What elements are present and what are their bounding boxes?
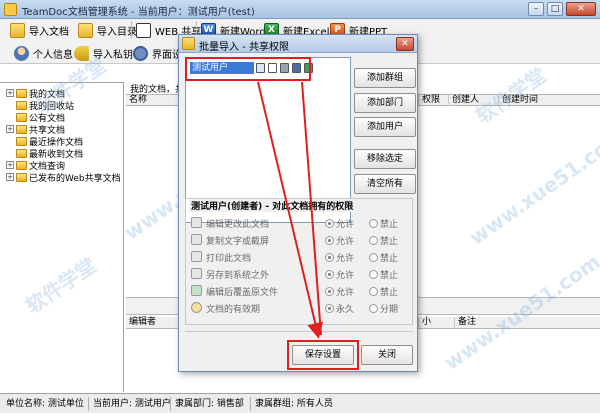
annotation-arrow: [257, 81, 324, 339]
